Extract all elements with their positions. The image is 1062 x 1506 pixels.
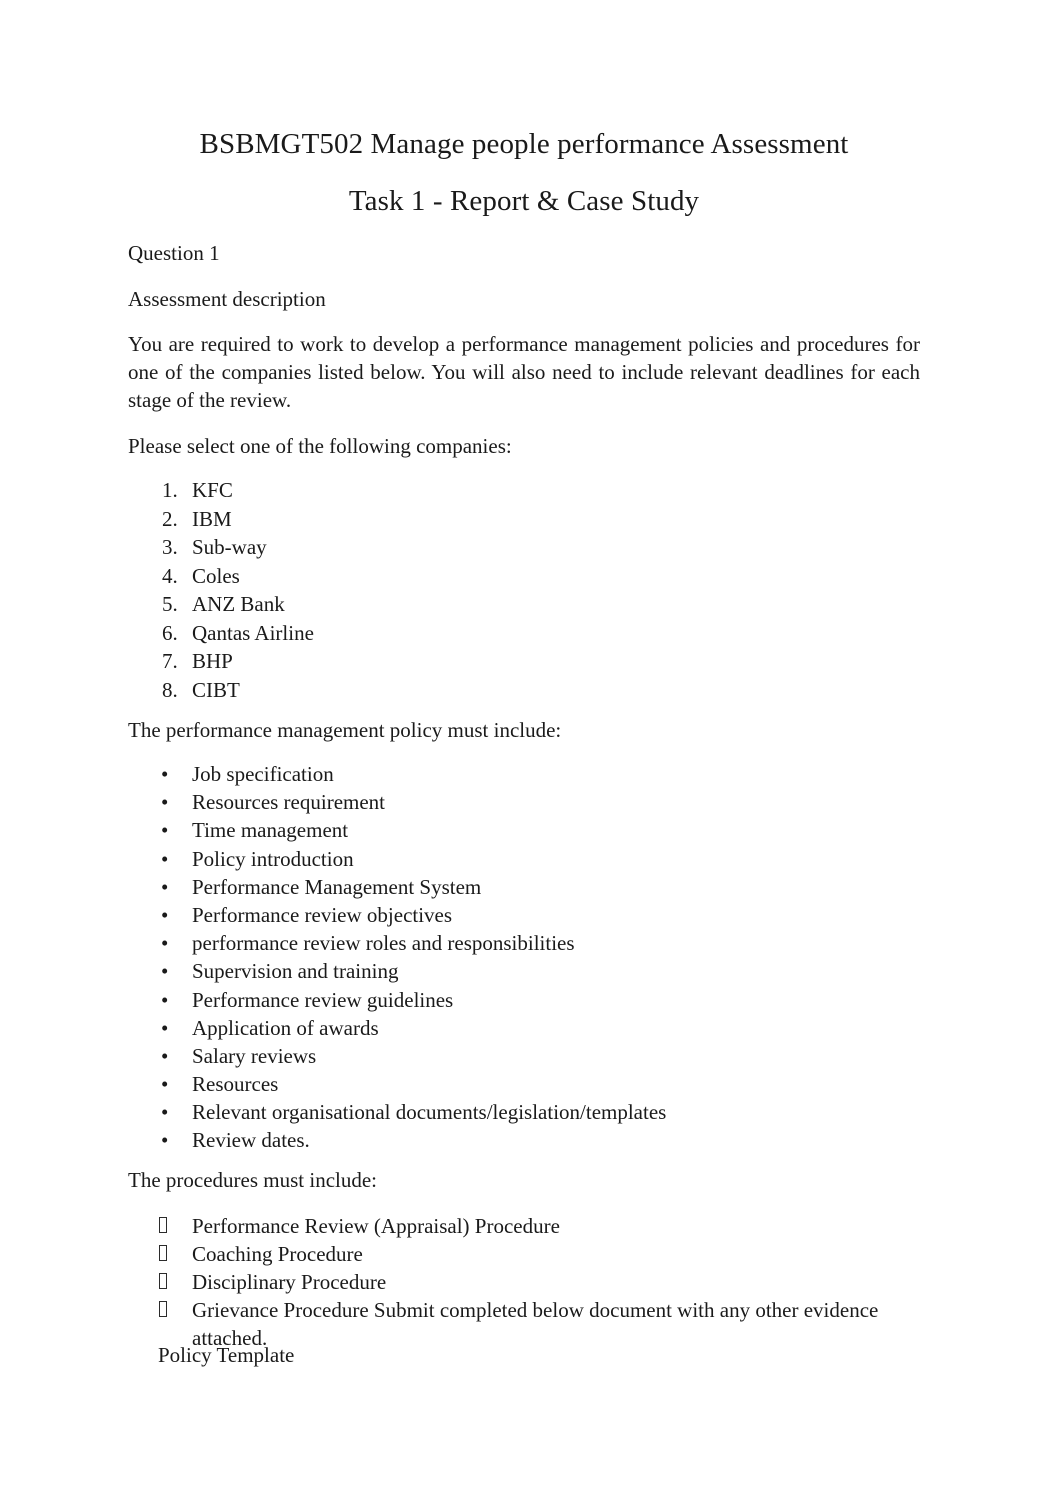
procedure-list-item: Coaching Procedure — [128, 1240, 928, 1268]
list-marker: 4. — [162, 563, 178, 588]
company-list: 1. KFC 2. IBM 3. Sub-way 4. Coles 5. ANZ Bank 6. Qa… — [128, 476, 828, 704]
company-name: Sub-way — [192, 535, 267, 559]
company-name: KFC — [192, 478, 233, 502]
policy-item-label: Resources requirement — [192, 790, 386, 815]
company-list-item: 2. IBM — [128, 505, 828, 534]
procedure-item-label: Disciplinary Procedure — [192, 1270, 387, 1294]
policy-list-item: • Policy introduction — [128, 845, 888, 873]
bullet-icon: • — [161, 987, 169, 1012]
procedure-list-item: Performance Review (Appraisal) Procedure — [128, 1212, 928, 1240]
policy-list-item: • Review dates. — [128, 1126, 888, 1154]
policy-requirements-list: • Job specification • Resources requirement… — [128, 760, 888, 1155]
bullet-icon: • — [161, 790, 169, 815]
missing-glyph-box-icon — [159, 1273, 167, 1289]
policy-template-label: Policy Template — [158, 1343, 295, 1367]
company-name: ANZ Bank — [192, 592, 285, 616]
policy-item-label: Performance review objectives — [192, 902, 453, 927]
bullet-icon: • — [161, 874, 169, 899]
company-list-item: 4. Coles — [128, 562, 828, 591]
list-marker: 8. — [162, 677, 178, 702]
company-name: BHP — [192, 649, 233, 673]
bullet-icon: • — [161, 762, 169, 786]
company-list-item: 8. CIBT — [128, 676, 828, 705]
list-marker: 7. — [162, 649, 178, 673]
policy-list-item: • Supervision and training — [128, 957, 888, 985]
bullet-icon: • — [161, 931, 169, 956]
document-title-line-2: Task 1 - Report & Case Study — [348, 185, 700, 217]
company-name: Qantas Airline — [192, 620, 314, 645]
list-marker: 1. — [162, 478, 178, 502]
procedure-item-label: Coaching Procedure — [192, 1242, 363, 1266]
list-marker: 2. — [162, 506, 178, 531]
procedures-list: Performance Review (Appraisal) Procedure… — [128, 1212, 928, 1350]
select-company-prompt: Please select one of the following compa… — [128, 434, 512, 458]
policy-item-label: Application of awards — [192, 1015, 379, 1040]
policy-list-item: • Salary reviews — [128, 1042, 888, 1070]
policy-item-label: Time management — [192, 818, 349, 843]
policy-item-label: Supervision and training — [192, 959, 399, 984]
assessment-description-heading: Assessment description — [128, 287, 326, 311]
company-list-item: 6. Qantas Airline — [128, 619, 828, 648]
policy-item-label: Job specification — [192, 762, 334, 786]
missing-glyph-box-icon — [159, 1217, 167, 1233]
policy-list-item: • Performance review guidelines — [128, 986, 888, 1014]
document-title-line-1: BSBMGT502 Manage people performance Asse… — [199, 128, 849, 160]
question-label: Question 1 — [128, 241, 220, 265]
missing-glyph-box-icon — [159, 1301, 167, 1317]
policy-list-item: • Performance review objectives — [128, 901, 888, 929]
bullet-icon: • — [161, 959, 169, 984]
policy-item-label: Review dates. — [192, 1128, 310, 1153]
missing-glyph-box-icon — [159, 1245, 167, 1261]
bullet-icon: • — [161, 1128, 169, 1153]
company-name: Coles — [192, 563, 240, 588]
list-marker: 3. — [162, 535, 178, 559]
policy-item-label: Relevant organisational documents/legisl… — [192, 1100, 667, 1125]
procedure-list-item: Grievance Procedure Submit completed bel… — [128, 1296, 928, 1350]
policy-item-label: Performance Management System — [192, 874, 482, 899]
procedure-list-item: Disciplinary Procedure — [128, 1268, 928, 1296]
policy-item-label: performance review roles and responsibil… — [192, 931, 575, 956]
bullet-icon: • — [161, 1015, 169, 1040]
policy-item-label: Policy introduction — [192, 846, 354, 871]
bullet-icon: • — [161, 902, 169, 927]
list-marker: 5. — [162, 592, 178, 616]
policy-item-label: Salary reviews — [192, 1043, 317, 1068]
bullet-icon: • — [161, 1100, 169, 1125]
policy-list-item: • Job specification — [128, 760, 888, 788]
company-list-item: 1. KFC — [128, 476, 828, 505]
bullet-icon: • — [161, 818, 169, 843]
list-marker: 6. — [162, 620, 178, 645]
bullet-icon: • — [161, 846, 169, 871]
company-list-item: 5. ANZ Bank — [128, 590, 828, 619]
company-list-item: 3. Sub-way — [128, 533, 828, 562]
policy-list-item: • Resources — [128, 1070, 888, 1098]
policy-include-heading: The performance management policy must i… — [128, 718, 562, 742]
company-name: CIBT — [192, 677, 240, 702]
policy-list-item: • Application of awards — [128, 1014, 888, 1042]
assessment-description-paragraph: You are required to work to develop a pe… — [128, 332, 920, 412]
policy-list-item: • Time management — [128, 816, 888, 844]
policy-list-item: • Resources requirement — [128, 788, 888, 816]
policy-item-label: Resources — [192, 1072, 279, 1097]
policy-list-item: • Relevant organisational documents/legis… — [128, 1098, 888, 1126]
procedure-item-label: Performance Review (Appraisal) Procedure — [192, 1214, 560, 1238]
procedures-include-heading: The procedures must include: — [128, 1168, 378, 1192]
company-list-item: 7. BHP — [128, 647, 828, 676]
bullet-icon: • — [161, 1072, 169, 1097]
document-page: BSBMGT502 Manage people performance Asse… — [0, 0, 1062, 1506]
policy-list-item: • performance review roles and responsibi… — [128, 929, 888, 957]
policy-list-item: • Performance Management System — [128, 873, 888, 901]
policy-item-label: Performance review guidelines — [192, 987, 454, 1012]
bullet-icon: • — [161, 1043, 169, 1068]
company-name: IBM — [192, 506, 232, 531]
